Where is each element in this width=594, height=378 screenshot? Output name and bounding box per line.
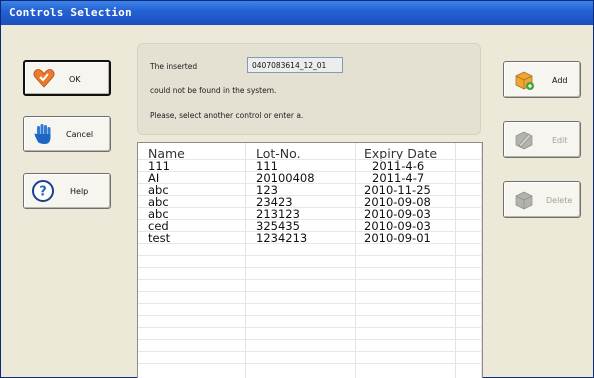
message-line-2: could not be found in the system. [150,86,277,95]
delete-label: Delete [546,196,573,205]
ok-label: OK [69,75,81,84]
title-bar[interactable]: Controls Selection [1,1,593,25]
svg-text:?: ? [39,185,47,200]
grid-line [138,363,482,364]
hand-stop-icon [33,123,53,145]
lot-number-field[interactable]: 0407083614_12_01 [247,57,343,73]
grid-line [138,279,482,280]
table-cell-name[interactable]: test [148,232,170,244]
message-line-3: Please, select another control or enter … [150,111,304,120]
controls-table[interactable]: Name Lot-No. Expiry Date 111 111 2011-4-… [137,142,483,378]
grid-line [138,351,482,352]
ok-button[interactable]: OK [23,60,111,96]
edit-button[interactable]: Edit [503,121,581,158]
window-title: Controls Selection [9,6,132,19]
cancel-label: Cancel [66,130,94,139]
heart-check-icon [33,68,55,88]
add-button[interactable]: Add [503,61,581,98]
grid-line [138,339,482,340]
table-cell-lot[interactable]: 1234213 [256,232,307,244]
grid-line [138,315,482,316]
edit-label: Edit [552,136,568,145]
grid-line [138,159,482,160]
controls-selection-dialog: Controls Selection OK Cancel ? Help The … [0,0,594,378]
grid-line [138,267,482,268]
grid-line [138,255,482,256]
help-label: Help [70,187,89,196]
grid-line [138,327,482,328]
delete-button[interactable]: Delete [503,181,581,218]
table-cell-expiry[interactable]: 2010-09-01 [364,232,431,244]
message-line-1: The inserted [150,62,198,71]
grid-line [138,291,482,292]
column-filler [456,143,482,378]
box-delete-icon [513,189,535,211]
grid-line [138,303,482,304]
box-add-icon [513,69,535,91]
question-circle-icon: ? [32,180,54,202]
add-label: Add [552,76,568,85]
cancel-button[interactable]: Cancel [23,116,111,152]
help-button[interactable]: ? Help [23,173,111,209]
box-edit-icon [513,129,535,151]
